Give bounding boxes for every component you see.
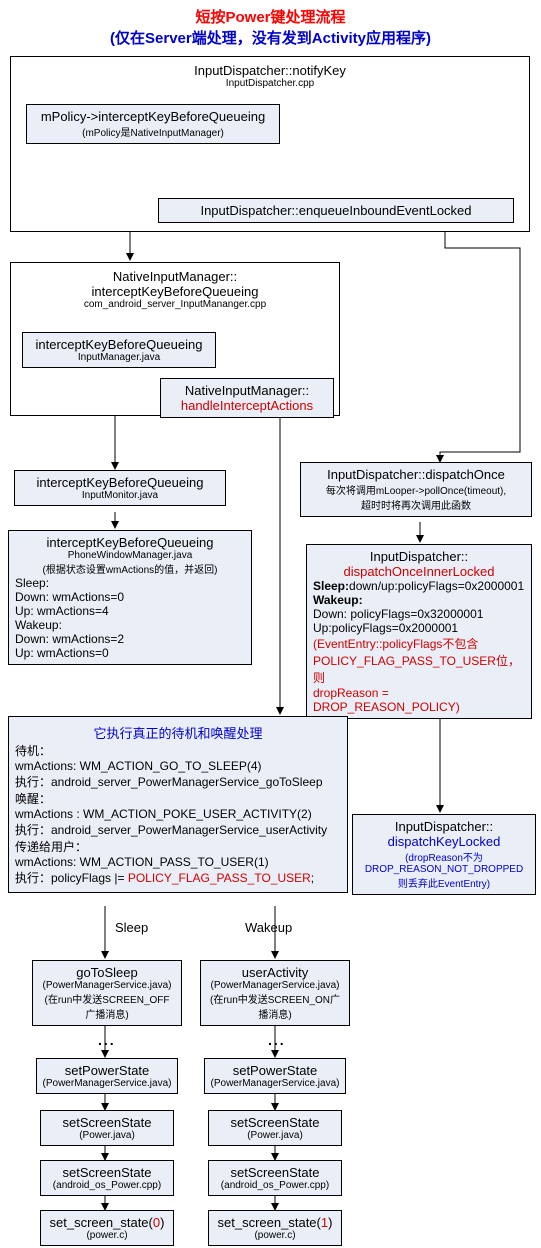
- sleep-label: Sleep: [115, 920, 148, 935]
- intercept-input-monitor: interceptKeyBeforeQueueing InputMonitor.…: [14, 470, 226, 506]
- handle-intercept-actions: NativeInputManager:: handleInterceptActi…: [160, 378, 334, 418]
- wakeup-set-screen-state-cpp: setScreenState (android_os_Power.cpp): [208, 1160, 342, 1196]
- nim-title2: interceptKeyBeforeQueueing: [17, 284, 333, 299]
- dispatch-once-inner-locked: InputDispatcher:: dispatchOnceInnerLocke…: [306, 544, 532, 719]
- sleep-set-screen-state-cpp: setScreenState (android_os_Power.cpp): [40, 1160, 174, 1196]
- notify-key-title: InputDispatcher::notifyKey: [17, 63, 523, 78]
- notify-key-sub: InputDispatcher.cpp: [17, 78, 523, 89]
- sleep-set-screen-state-c: set_screen_state(0) (power.c): [40, 1210, 174, 1246]
- standby-wakeup-processing: 它执行真正的待机和唤醒处理 待机： wmActions: WM_ACTION_G…: [8, 716, 348, 893]
- dispatch-key-locked: InputDispatcher:: dispatchKeyLocked (dro…: [352, 814, 536, 895]
- sleep-ellipsis: ...: [98, 1032, 116, 1048]
- intercept-input-manager-java: interceptKeyBeforeQueueing InputManager.…: [22, 332, 216, 368]
- wakeup-ellipsis: ...: [268, 1032, 286, 1048]
- wakeup-label: Wakeup: [245, 920, 292, 935]
- sleep-set-power-state: setPowerState (PowerManagerService.java): [36, 1058, 178, 1094]
- sleep-set-screen-state-java: setScreenState (Power.java): [40, 1110, 174, 1146]
- nim-sub: com_android_server_InputMananger.cpp: [17, 299, 333, 310]
- wakeup-set-screen-state-c: set_screen_state(1) (power.c): [208, 1210, 342, 1246]
- diagram-title: 短按Power键处理流程 (仅在Server端处理，没有发到Activity应用…: [6, 6, 535, 48]
- go-to-sleep: goToSleep (PowerManagerService.java) (在r…: [32, 960, 182, 1026]
- enqueue-inbound-event: InputDispatcher::enqueueInboundEventLock…: [158, 198, 514, 223]
- wakeup-set-power-state: setPowerState (PowerManagerService.java): [204, 1058, 346, 1094]
- dispatch-once: InputDispatcher::dispatchOnce 每次将调用mLoop…: [300, 462, 532, 517]
- user-activity: userActivity (PowerManagerService.java) …: [200, 960, 350, 1026]
- intercept-before-queue-policy: mPolicy->interceptKeyBeforeQueueing (mPo…: [26, 104, 280, 144]
- intercept-phone-window-manager: interceptKeyBeforeQueueing PhoneWindowMa…: [8, 530, 252, 665]
- wakeup-set-screen-state-java: setScreenState (Power.java): [208, 1110, 342, 1146]
- nim-title1: NativeInputManager::: [17, 269, 333, 284]
